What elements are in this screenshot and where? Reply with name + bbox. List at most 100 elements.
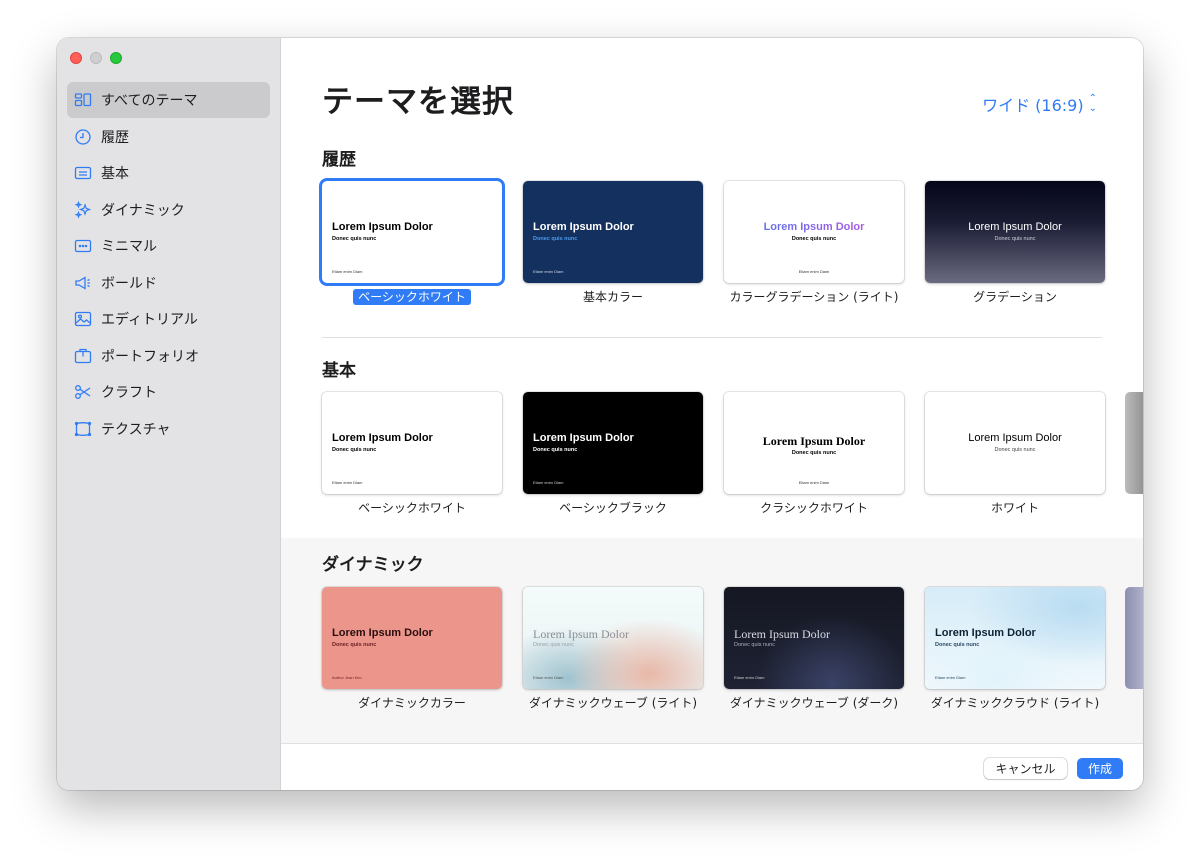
sidebar-item-bold[interactable]: ボールド bbox=[67, 265, 270, 301]
thumbnail-title: Lorem Ipsum Dolor bbox=[734, 627, 830, 641]
theme-thumbnail[interactable]: Lorem Ipsum Dolor Donec quis nunc Etiam … bbox=[322, 181, 502, 283]
thumbnail-subtitle: Donec quis nunc bbox=[935, 642, 980, 648]
thumbnail-subtitle: Donec quis nunc bbox=[994, 236, 1036, 242]
section-title-dynamic: ダイナミック bbox=[322, 555, 424, 575]
cancel-button[interactable]: キャンセル bbox=[984, 758, 1067, 779]
sidebar-item-craft[interactable]: クラフト bbox=[67, 374, 270, 410]
thumbnail-title: Lorem Ipsum Dolor bbox=[533, 627, 629, 641]
thumbnail-title: Lorem Ipsum Dolor bbox=[533, 432, 634, 444]
sidebar-item-label: 履歴 bbox=[101, 129, 129, 146]
scissors-icon bbox=[74, 383, 92, 401]
theme-caption: ベーシックブラック bbox=[559, 501, 667, 515]
theme-caption: カラーグラデーション (ライト) bbox=[729, 290, 899, 304]
zoom-window-button[interactable] bbox=[110, 52, 122, 64]
photo-icon bbox=[74, 310, 92, 328]
sidebar-item-editorial[interactable]: エディトリアル bbox=[67, 301, 270, 337]
slide-size-popup[interactable]: ワイド (16:9) ⌃ ⌄ bbox=[982, 92, 1097, 116]
sidebar-item-texture[interactable]: テクスチャ bbox=[67, 411, 270, 447]
theme-chooser-window: すべてのテーマ 履歴 基本 ダイナミック ミニマル ボールド エディトリアル ポ… bbox=[57, 38, 1143, 790]
theme-thumbnail[interactable]: Lorem Ipsum Dolor Donec quis nunc Etiam … bbox=[523, 181, 703, 283]
thumbnail-footer: Etiam enim Diam bbox=[935, 675, 966, 680]
theme-caption: ベーシックホワイト bbox=[322, 289, 502, 305]
sidebar: すべてのテーマ 履歴 基本 ダイナミック ミニマル ボールド エディトリアル ポ… bbox=[57, 38, 281, 790]
theme-caption: ダイナミックウェーブ (ライト) bbox=[528, 696, 698, 710]
slide-size-label: ワイド (16:9) bbox=[982, 96, 1084, 115]
sidebar-item-label: ダイナミック bbox=[101, 202, 185, 219]
sidebar-item-label: ポートフォリオ bbox=[101, 348, 199, 365]
dialog-footer: キャンセル 作成 bbox=[281, 743, 1143, 790]
theme-thumbnail[interactable]: Lorem Ipsum Dolor Donec quis nunc Etiam … bbox=[724, 181, 904, 283]
theme-caption: ダイナミッククラウド (ライト) bbox=[930, 696, 1100, 710]
theme-thumbnail-partial[interactable] bbox=[1125, 587, 1143, 689]
sidebar-item-dynamic[interactable]: ダイナミック bbox=[67, 192, 270, 228]
thumbnail-footer: Etiam enim Diam bbox=[332, 480, 363, 485]
theme-caption: ベーシックホワイト bbox=[358, 501, 466, 515]
page-title: テーマを選択 bbox=[322, 84, 514, 120]
sidebar-item-all-themes[interactable]: すべてのテーマ bbox=[67, 82, 270, 118]
section-title-basic: 基本 bbox=[322, 361, 356, 381]
thumbnail-title: Lorem Ipsum Dolor bbox=[968, 432, 1062, 444]
thumbnail-subtitle: Donec quis nunc bbox=[533, 236, 578, 242]
theme-caption: 基本カラー bbox=[582, 290, 643, 304]
sidebar-item-label: ミニマル bbox=[101, 239, 157, 255]
megaphone-icon bbox=[74, 274, 92, 292]
sidebar-item-label: 基本 bbox=[101, 166, 129, 182]
theme-thumbnail-partial[interactable] bbox=[1125, 392, 1143, 494]
thumbnail-title: Lorem Ipsum Dolor bbox=[968, 221, 1062, 233]
minimize-window-button[interactable] bbox=[90, 52, 102, 64]
theme-thumbnail[interactable]: Lorem Ipsum Dolor Donec quis nunc bbox=[925, 392, 1105, 494]
sidebar-item-label: ボールド bbox=[101, 275, 157, 292]
sidebar-item-portfolio[interactable]: ポートフォリオ bbox=[67, 338, 270, 374]
thumbnail-title: Lorem Ipsum Dolor bbox=[533, 221, 634, 233]
thumbnail-subtitle: Donec quis nunc bbox=[332, 447, 377, 453]
theme-gallery: テーマを選択 ワイド (16:9) ⌃ ⌄ 履歴 Lorem Ipsum Dolo… bbox=[281, 38, 1143, 743]
sidebar-item-label: テクスチャ bbox=[101, 421, 171, 438]
theme-thumbnail[interactable]: Lorem Ipsum Dolor Donec quis nunc Etiam … bbox=[724, 392, 904, 494]
create-button[interactable]: 作成 bbox=[1077, 758, 1123, 779]
thumbnail-subtitle: Donec quis nunc bbox=[533, 642, 574, 648]
thumbnail-title: Lorem Ipsum Dolor bbox=[724, 221, 904, 233]
theme-thumbnail[interactable]: Lorem Ipsum Dolor Donec quis nunc Etiam … bbox=[523, 587, 703, 689]
card-icon bbox=[74, 164, 92, 182]
theme-thumbnail[interactable]: Lorem Ipsum Dolor Donec quis nunc Etiam … bbox=[322, 392, 502, 494]
thumbnail-footer: Etiam enim Diam bbox=[798, 480, 830, 485]
sidebar-item-label: すべてのテーマ bbox=[101, 93, 198, 109]
thumbnail-title: Lorem Ipsum Dolor bbox=[332, 627, 433, 639]
thumbnail-footer: Etiam enim Diam bbox=[533, 480, 564, 485]
clock-icon bbox=[74, 128, 92, 146]
thumbnail-subtitle: Donec quis nunc bbox=[533, 447, 578, 453]
section-divider bbox=[322, 337, 1102, 338]
thumbnail-footer: Etiam enim Diam bbox=[798, 269, 830, 274]
sidebar-item-label: クラフト bbox=[101, 385, 157, 401]
thumbnail-subtitle: Donec quis nunc bbox=[332, 642, 377, 648]
sidebar-list: すべてのテーマ 履歴 基本 ダイナミック ミニマル ボールド エディトリアル ポ… bbox=[67, 82, 270, 447]
thumbnail-footer: Etiam enim Diam bbox=[734, 675, 765, 680]
thumbnail-subtitle: Donec quis nunc bbox=[734, 642, 775, 648]
sidebar-item-minimal[interactable]: ミニマル bbox=[67, 228, 270, 264]
thumbnail-subtitle: Donec quis nunc bbox=[791, 450, 837, 456]
thumbnail-footer: Author Jean Kim bbox=[332, 675, 362, 680]
theme-thumbnail[interactable]: Lorem Ipsum Dolor Donec quis nunc Etiam … bbox=[925, 587, 1105, 689]
thumbnail-footer: Etiam enim Diam bbox=[533, 675, 564, 680]
theme-thumbnail[interactable]: Lorem Ipsum Dolor Donec quis nunc Author… bbox=[322, 587, 502, 689]
theme-caption: ダイナミックウェーブ (ダーク) bbox=[729, 696, 899, 710]
thumbnail-footer: Etiam enim Diam bbox=[332, 269, 363, 274]
thumbnail-subtitle: Donec quis nunc bbox=[332, 236, 377, 242]
theme-thumbnail[interactable]: Lorem Ipsum Dolor Donec quis nunc bbox=[925, 181, 1105, 283]
thumbnail-subtitle: Donec quis nunc bbox=[791, 236, 837, 242]
theme-caption: ホワイト bbox=[990, 501, 1039, 515]
thumbnail-footer: Etiam enim Diam bbox=[533, 269, 564, 274]
dots-box-icon bbox=[74, 237, 92, 255]
theme-caption: クラシックホワイト bbox=[760, 501, 868, 515]
thumbnail-title: Lorem Ipsum Dolor bbox=[762, 434, 866, 448]
thumbnail-title: Lorem Ipsum Dolor bbox=[332, 432, 433, 444]
close-window-button[interactable] bbox=[70, 52, 82, 64]
theme-thumbnail[interactable]: Lorem Ipsum Dolor Donec quis nunc Etiam … bbox=[724, 587, 904, 689]
texture-icon bbox=[74, 420, 92, 438]
sidebar-item-basic[interactable]: 基本 bbox=[67, 155, 270, 191]
sidebar-item-recent[interactable]: 履歴 bbox=[67, 119, 270, 155]
theme-thumbnail[interactable]: Lorem Ipsum Dolor Donec quis nunc Etiam … bbox=[523, 392, 703, 494]
sparkles-icon bbox=[74, 200, 92, 219]
up-down-chevron-icon: ⌃ ⌄ bbox=[1088, 93, 1097, 114]
sidebar-item-label: エディトリアル bbox=[101, 312, 198, 328]
